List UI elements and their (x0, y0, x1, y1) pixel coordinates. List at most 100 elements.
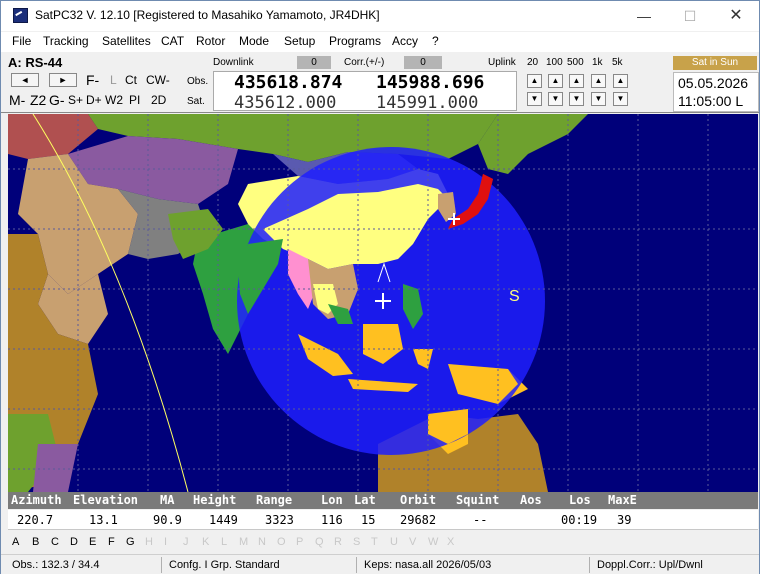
f-minus-button[interactable]: F- (86, 72, 99, 88)
step-5k[interactable]: 5k (612, 57, 623, 68)
sat-uplink-frequency: 145991.000 (376, 93, 479, 113)
keps-source: Keps: nasa.all 2026/05/03 (364, 559, 492, 571)
value-ma: 90.9 (153, 513, 182, 527)
menu-setup[interactable]: Setup (284, 34, 315, 48)
menu-rotor[interactable]: Rotor (196, 34, 225, 48)
d-plus-button[interactable]: D+ (86, 93, 102, 107)
step-100-up-button[interactable]: ▲ (548, 74, 563, 88)
data-header-bar: Azimuth Elevation MA Height Range Lon La… (8, 492, 758, 509)
letter-b[interactable]: B (32, 536, 39, 548)
uplink-label: Uplink (488, 57, 516, 68)
step-100-down-button[interactable]: ▼ (548, 92, 563, 106)
close-button[interactable]: ✕ (713, 1, 759, 31)
letter-j[interactable]: J (183, 536, 189, 548)
letter-s[interactable]: S (353, 536, 360, 548)
step-20[interactable]: 20 (527, 57, 538, 68)
step-500-down-button[interactable]: ▼ (569, 92, 584, 106)
value-azimuth: 220.7 (17, 513, 54, 527)
menu-tracking[interactable]: Tracking (43, 34, 89, 48)
step-1k[interactable]: 1k (592, 57, 603, 68)
letter-m[interactable]: M (239, 536, 248, 548)
frequency-display: 435618.874 145988.696 435612.000 145991.… (213, 71, 517, 113)
menu-satellites[interactable]: Satellites (102, 34, 151, 48)
step-20-up-button[interactable]: ▲ (527, 74, 542, 88)
step-500-up-button[interactable]: ▲ (569, 74, 584, 88)
letter-o[interactable]: O (277, 536, 286, 548)
header-ma: MA (160, 493, 175, 507)
menu-help[interactable]: ? (432, 34, 439, 48)
value-squint: -- (473, 513, 488, 527)
menu-programs[interactable]: Programs (329, 34, 381, 48)
w2-button[interactable]: W2 (105, 93, 123, 107)
next-satellite-button[interactable]: ► (49, 73, 77, 87)
letter-f[interactable]: F (108, 536, 115, 548)
l-button[interactable]: L (110, 73, 117, 87)
uplink-correction[interactable]: 0 (404, 56, 442, 69)
letter-d[interactable]: D (70, 536, 78, 548)
sun-marker: S (509, 288, 520, 305)
letter-r[interactable]: R (334, 536, 342, 548)
header-range: Range (256, 493, 293, 507)
letter-q[interactable]: Q (315, 536, 324, 548)
status-divider (161, 557, 162, 573)
obs-downlink-frequency[interactable]: 435618.874 (234, 72, 342, 93)
ct-button[interactable]: Ct (125, 73, 137, 87)
step-5k-down-button[interactable]: ▼ (613, 92, 628, 106)
sat-label: Sat. (187, 96, 205, 107)
prev-satellite-button[interactable]: ◄ (11, 73, 39, 87)
letter-i[interactable]: I (164, 536, 167, 548)
letter-k[interactable]: K (202, 536, 209, 548)
menu-accy[interactable]: Accy (392, 34, 418, 48)
value-height: 1449 (209, 513, 238, 527)
value-orbit: 29682 (400, 513, 437, 527)
menu-cat[interactable]: CAT (161, 34, 184, 48)
z2-button[interactable]: Z2 (30, 92, 46, 108)
letter-g[interactable]: G (126, 536, 135, 548)
step-500[interactable]: 500 (567, 57, 584, 68)
letter-a[interactable]: A (12, 536, 19, 548)
letter-l[interactable]: L (221, 536, 227, 548)
pi-button[interactable]: PI (129, 93, 140, 107)
letter-e[interactable]: E (89, 536, 96, 548)
letter-t[interactable]: T (371, 536, 378, 548)
letter-p[interactable]: P (296, 536, 303, 548)
downlink-correction[interactable]: 0 (297, 56, 331, 69)
header-lat: Lat (354, 493, 376, 507)
step-100[interactable]: 100 (546, 57, 563, 68)
letter-u[interactable]: U (390, 536, 398, 548)
menu-file[interactable]: File (12, 34, 31, 48)
header-azimuth: Azimuth (11, 493, 62, 507)
status-bar: Obs.: 132.3 / 34.4 Confg. I Grp. Standar… (1, 554, 759, 574)
step-20-down-button[interactable]: ▼ (527, 92, 542, 106)
data-values-bar: 220.7 13.1 90.9 1449 3323 116 15 29682 -… (8, 510, 758, 530)
correction-label: Corr.(+/-) (344, 57, 385, 68)
menu-mode[interactable]: Mode (239, 34, 269, 48)
g-minus-button[interactable]: G- (49, 92, 65, 108)
obs-uplink-frequency[interactable]: 145988.696 (376, 72, 484, 93)
value-elevation: 13.1 (89, 513, 118, 527)
value-lon: 116 (321, 513, 343, 527)
world-map[interactable]: S (8, 114, 758, 492)
satellite-name: A: RS-44 (8, 55, 63, 70)
value-los: 00:19 (561, 513, 598, 527)
config-group: Confg. I Grp. Standard (169, 559, 280, 571)
m-minus-button[interactable]: M- (9, 92, 25, 108)
letter-n[interactable]: N (258, 536, 266, 548)
date-value: 05.05.2026 (678, 75, 749, 91)
letter-v[interactable]: V (409, 536, 416, 548)
s-plus-button[interactable]: S+ (68, 93, 83, 107)
header-lon: Lon (321, 493, 343, 507)
2d-button[interactable]: 2D (151, 93, 166, 107)
menu-bar: File Tracking Satellites CAT Rotor Mode … (1, 32, 759, 52)
step-1k-up-button[interactable]: ▲ (591, 74, 606, 88)
maximize-button[interactable]: ☐ (667, 1, 713, 31)
step-1k-down-button[interactable]: ▼ (591, 92, 606, 106)
letter-x[interactable]: X (447, 536, 454, 548)
letter-w[interactable]: W (428, 536, 438, 548)
observer-coordinates: Obs.: 132.3 / 34.4 (12, 559, 100, 571)
letter-h[interactable]: H (145, 536, 153, 548)
step-5k-up-button[interactable]: ▲ (613, 74, 628, 88)
minimize-button[interactable]: — (621, 1, 667, 31)
letter-c[interactable]: C (51, 536, 59, 548)
cw-minus-button[interactable]: CW- (146, 73, 170, 87)
